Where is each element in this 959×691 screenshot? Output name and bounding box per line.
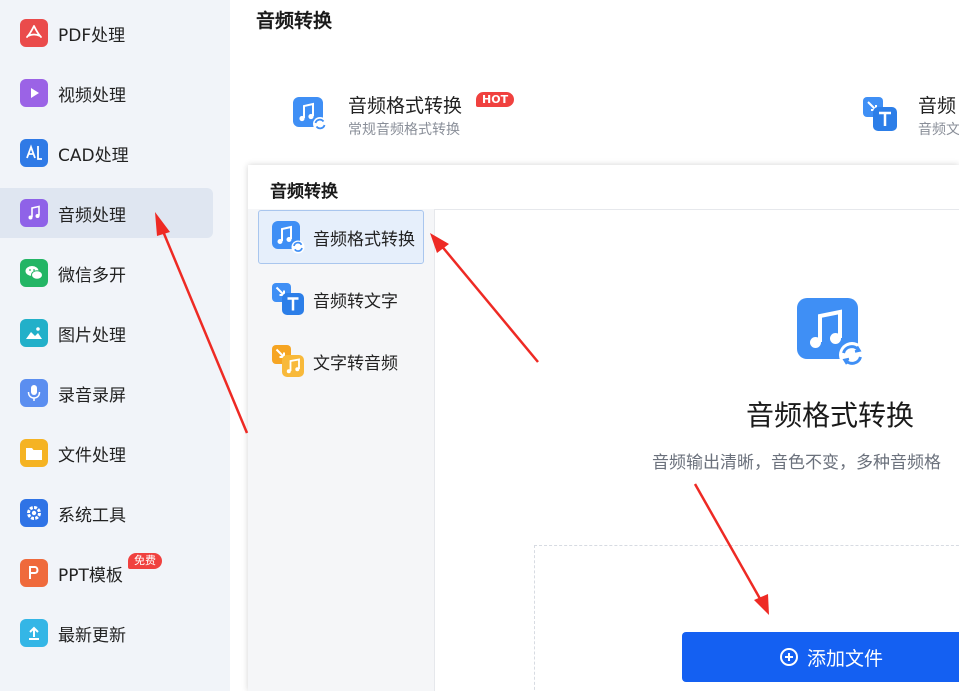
panel-menu: 音频格式转换 音频转文字 文字转音频 (248, 209, 434, 691)
video-play-icon (20, 79, 48, 107)
add-file-button[interactable]: 添加文件 (682, 632, 959, 682)
page-title: 音频转换 (256, 10, 333, 32)
gear-icon (20, 499, 48, 527)
sidebar-item-updates[interactable]: 最新更新 (0, 608, 213, 658)
sidebar-item-pdf[interactable]: PDF处理 (0, 8, 213, 58)
text-to-audio-icon (272, 345, 304, 377)
sidebar-item-video[interactable]: 视频处理 (0, 68, 213, 118)
folder-icon (20, 439, 48, 467)
panel-item-label: 文字转音频 (313, 353, 398, 374)
panel-item-audio-to-text[interactable]: 音频转文字 (258, 272, 424, 326)
panel-item-label: 音频转文字 (313, 291, 398, 312)
sidebar-item-label: 图片处理 (58, 325, 126, 346)
ppt-icon (20, 559, 48, 587)
add-file-label: 添加文件 (807, 647, 884, 670)
feature-card-audio-convert[interactable]: 音频格式转换 HOT 常规音频格式转换 (292, 92, 515, 144)
music-note-icon (20, 199, 48, 227)
sidebar-item-audio[interactable]: 音频处理 (0, 188, 213, 238)
upload-icon (20, 619, 48, 647)
feature-desc: 常规音频格式转换 (348, 122, 460, 138)
panel-item-label: 音频格式转换 (313, 229, 415, 250)
sidebar-item-cad[interactable]: CAD处理 (0, 128, 213, 178)
sidebar-item-label: 视频处理 (58, 85, 126, 106)
sidebar-item-label: 音频处理 (58, 205, 126, 226)
sidebar-item-file[interactable]: 文件处理 (0, 428, 213, 478)
feature-title: 音频格式转换 (348, 95, 463, 117)
panel-item-text-to-audio[interactable]: 文字转音频 (258, 334, 424, 388)
wechat-icon (20, 259, 48, 287)
panel-item-audio-convert[interactable]: 音频格式转换 (258, 210, 424, 264)
audio-convert-large-icon (797, 298, 865, 368)
feature-desc: 音频文 (918, 122, 959, 138)
sidebar-item-label: CAD处理 (58, 145, 129, 166)
feature-title: 音频 (918, 95, 957, 117)
audio-to-text-icon (863, 97, 897, 131)
plus-circle-icon (780, 648, 798, 666)
sidebar-item-label: 最新更新 (58, 625, 126, 646)
sidebar-item-recording[interactable]: 录音录屏 (0, 368, 213, 418)
sidebar-item-label: 系统工具 (58, 505, 126, 526)
sidebar-item-label: 录音录屏 (58, 385, 126, 406)
cad-icon (20, 139, 48, 167)
hot-badge: HOT (476, 92, 515, 107)
image-icon (20, 319, 48, 347)
detail-desc: 音频输出清晰，音色不变，多种音频格 (652, 453, 941, 473)
detail-title: 音频格式转换 (746, 399, 915, 432)
sidebar-item-label: 微信多开 (58, 265, 126, 286)
sidebar-item-label: PDF处理 (58, 25, 126, 46)
feature-card-audio-to-text[interactable]: 音频 音频文 (862, 92, 959, 144)
sidebar-item-wechat[interactable]: 微信多开 (0, 248, 213, 298)
app-window: PDF处理 视频处理 CAD处理 音频处理 微信多开 图片处理 录音录屏 文件处… (0, 0, 959, 691)
sidebar-item-system[interactable]: 系统工具 (0, 488, 213, 538)
microphone-icon (20, 379, 48, 407)
free-badge: 免费 (128, 553, 162, 569)
sidebar-item-label: 文件处理 (58, 445, 126, 466)
sidebar-item-ppt[interactable]: PPT模板 免费 (0, 548, 213, 598)
sidebar-item-label: PPT模板 (58, 565, 123, 586)
panel-title: 音频转换 (270, 182, 338, 202)
sidebar-item-image[interactable]: 图片处理 (0, 308, 213, 358)
audio-convert-icon (272, 221, 305, 254)
pdf-icon (20, 19, 48, 47)
sidebar: PDF处理 视频处理 CAD处理 音频处理 微信多开 图片处理 录音录屏 文件处… (0, 0, 230, 691)
audio-convert-icon (293, 97, 327, 131)
audio-to-text-icon (272, 283, 304, 315)
